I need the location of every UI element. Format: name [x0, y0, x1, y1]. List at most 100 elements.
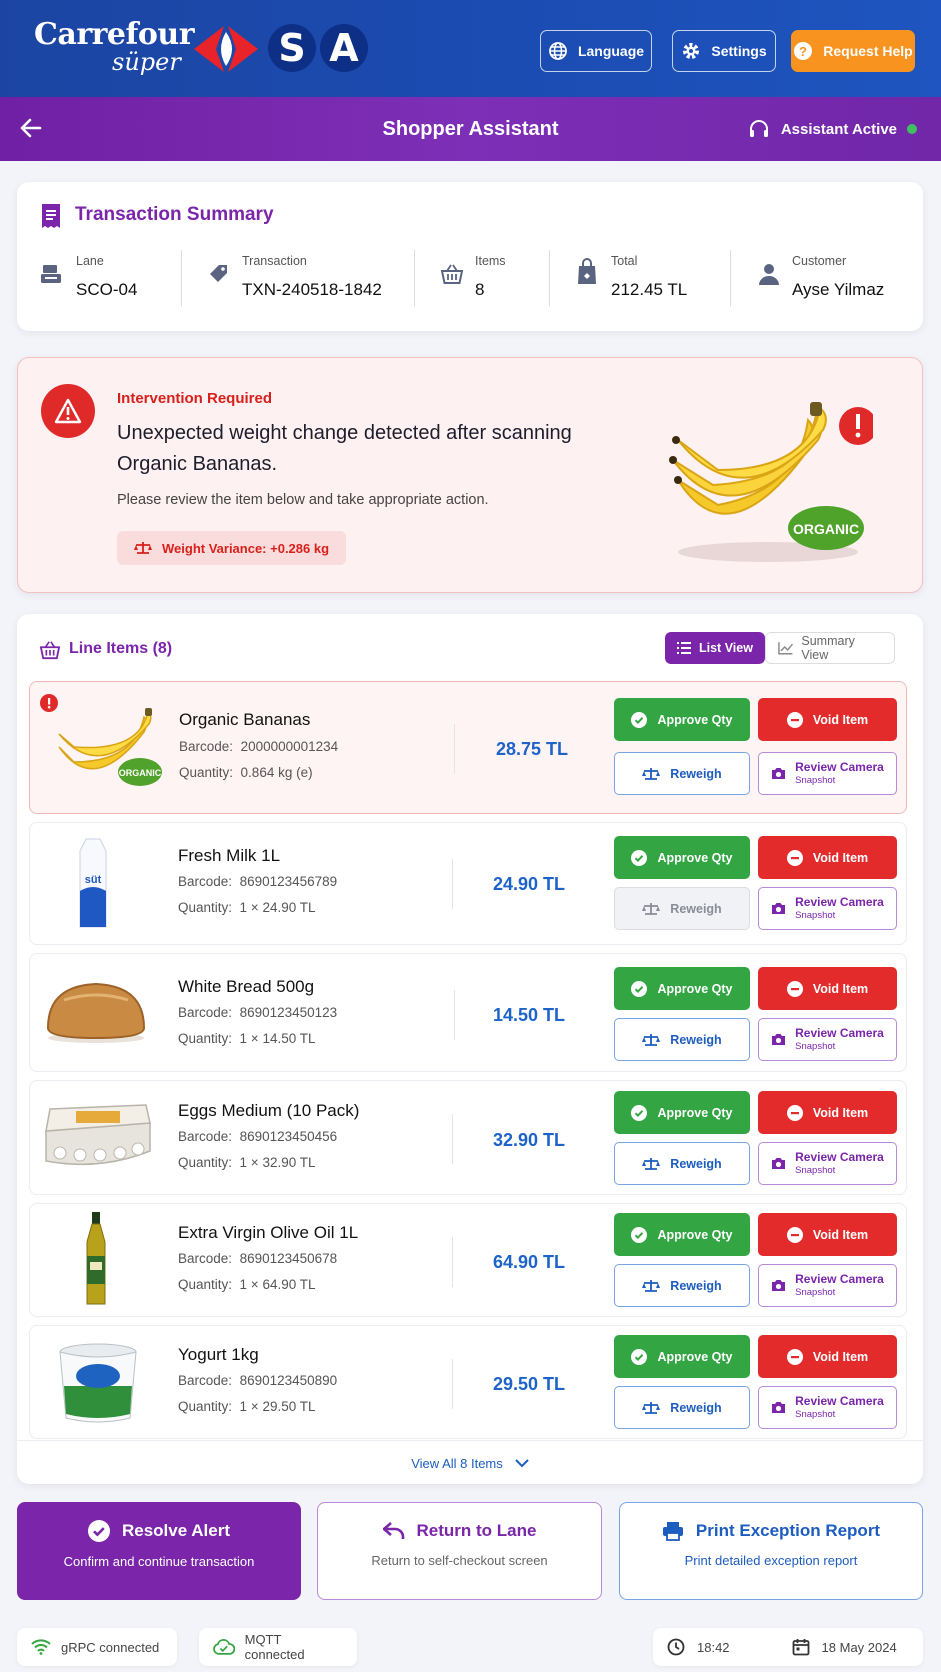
print-sub: Print detailed exception report: [684, 1553, 858, 1568]
review-camera-button[interactable]: Review Camera Snapshot: [758, 1386, 897, 1429]
items-value: 8: [475, 280, 485, 299]
approve-qty-button[interactable]: Approve Qty: [614, 967, 750, 1010]
divider: [17, 1440, 923, 1441]
review-camera-button[interactable]: Review Camera Snapshot: [758, 752, 897, 795]
quantity-label: Quantity:: [178, 900, 233, 915]
void-label: Void Item: [812, 1349, 869, 1364]
eggs-thumbnail: [45, 1104, 151, 1166]
item-meta: Barcode: 8690123450123 Quantity: 1 × 14.…: [178, 1000, 337, 1052]
scale-icon: [642, 1279, 661, 1292]
line-item-organic-bananas[interactable]: ORGANIC Organic Bananas Barcode: 2000000…: [29, 681, 907, 814]
reweigh-button[interactable]: Reweigh: [614, 1386, 750, 1429]
item-name: Eggs Medium (10 Pack): [178, 1101, 360, 1120]
line-item-olive-oil[interactable]: Extra Virgin Olive Oil 1L Barcode: 86901…: [29, 1203, 907, 1317]
list-view-button[interactable]: List View: [665, 632, 765, 664]
mqtt-status: MQTT connected: [199, 1628, 357, 1666]
check-circle-icon: [631, 980, 648, 997]
void-label: Void Item: [812, 1227, 869, 1242]
scale-icon: [642, 1157, 661, 1170]
datetime-status: 18:42 18 May 2024: [653, 1628, 923, 1666]
review-sub: Snapshot: [795, 1040, 836, 1052]
transaction-label: Transaction: [242, 254, 307, 268]
clock-icon: [667, 1638, 685, 1656]
language-button[interactable]: Language: [540, 30, 652, 72]
review-label: Review Camera: [795, 894, 884, 909]
transaction-field: Transaction TXN-240518-1842: [242, 254, 382, 300]
line-item-eggs[interactable]: Eggs Medium (10 Pack) Barcode: 869012345…: [29, 1080, 907, 1195]
barcode-value: 8690123450678: [239, 1251, 338, 1266]
total-label: Total: [611, 254, 638, 268]
reweigh-button[interactable]: Reweigh: [614, 752, 750, 795]
barcode-label: Barcode:: [178, 1373, 233, 1388]
void-item-button[interactable]: Void Item: [758, 1213, 897, 1256]
void-label: Void Item: [812, 712, 869, 727]
settings-button[interactable]: Settings: [672, 30, 776, 72]
divider: [730, 250, 731, 306]
reweigh-button[interactable]: Reweigh: [614, 1142, 750, 1185]
svg-text:?: ?: [799, 44, 807, 59]
reweigh-label: Reweigh: [670, 1156, 722, 1171]
weight-variance-label: Weight Variance: +0.286 kg: [162, 540, 330, 556]
void-item-button[interactable]: Void Item: [758, 967, 897, 1010]
approve-qty-button[interactable]: Approve Qty: [614, 698, 750, 741]
transaction-summary-card: Transaction Summary Lane SCO-04 Transact…: [17, 182, 923, 331]
approve-label: Approve Qty: [657, 981, 733, 996]
reweigh-label: Reweigh: [670, 1400, 722, 1415]
line-item-white-bread[interactable]: White Bread 500g Barcode: 8690123450123 …: [29, 953, 907, 1072]
line-item-fresh-milk[interactable]: süt Fresh Milk 1L Barcode: 8690123456789…: [29, 822, 907, 945]
reweigh-button[interactable]: Reweigh: [614, 1018, 750, 1061]
reweigh-label: Reweigh: [670, 901, 722, 916]
review-camera-button[interactable]: Review Camera Snapshot: [758, 887, 897, 930]
summary-view-label: Summary View: [801, 634, 855, 662]
view-all-items-link[interactable]: View All 8 Items: [17, 1456, 923, 1471]
approve-qty-button[interactable]: Approve Qty: [614, 1335, 750, 1378]
review-camera-button[interactable]: Review Camera Snapshot: [758, 1018, 897, 1061]
user-icon: [759, 264, 779, 285]
review-sub: Snapshot: [795, 774, 836, 786]
scale-icon: [642, 767, 661, 780]
tag-icon: [210, 265, 227, 282]
line-items-card: Line Items (8) List View Summary View OR…: [17, 614, 923, 1484]
approve-label: Approve Qty: [657, 1349, 733, 1364]
approve-qty-button[interactable]: Approve Qty: [614, 836, 750, 879]
print-exception-report-button[interactable]: Print Exception Report Print detailed ex…: [619, 1502, 923, 1600]
return-to-lane-button[interactable]: Return to Lane Return to self-checkout s…: [317, 1502, 602, 1600]
scale-icon: [134, 542, 152, 554]
request-help-button[interactable]: ? Request Help: [791, 30, 915, 72]
approve-qty-button[interactable]: Approve Qty: [614, 1213, 750, 1256]
yogurt-thumbnail: [59, 1343, 137, 1423]
resolve-title: Resolve Alert: [121, 1521, 231, 1540]
check-circle-icon: [631, 1104, 648, 1121]
total-field: Total 212.45 TL: [611, 254, 687, 300]
quantity-value: 1 × 14.50 TL: [239, 1031, 316, 1046]
approve-qty-button[interactable]: Approve Qty: [614, 1091, 750, 1134]
lane-value: SCO-04: [76, 280, 138, 299]
reweigh-button[interactable]: Reweigh: [614, 1264, 750, 1307]
void-item-button[interactable]: Void Item: [758, 698, 897, 741]
minus-circle-icon: [786, 1104, 803, 1121]
review-camera-button[interactable]: Review Camera Snapshot: [758, 1142, 897, 1185]
void-item-button[interactable]: Void Item: [758, 1091, 897, 1134]
sa-mark-s: S: [268, 24, 316, 72]
intervention-alert: Intervention Required Unexpected weight …: [17, 357, 923, 593]
help-label: Request Help: [823, 43, 913, 59]
review-sub: Snapshot: [795, 1408, 836, 1420]
void-item-button[interactable]: Void Item: [758, 836, 897, 879]
item-meta: Barcode: 8690123450456 Quantity: 1 × 32.…: [178, 1124, 337, 1176]
resolve-alert-button[interactable]: Resolve Alert Confirm and continue trans…: [17, 1502, 301, 1600]
summary-view-button[interactable]: Summary View: [765, 632, 895, 664]
total-value: 212.45 TL: [611, 280, 688, 299]
void-item-button[interactable]: Void Item: [758, 1335, 897, 1378]
svg-text:ORGANIC: ORGANIC: [793, 521, 859, 537]
line-item-yogurt[interactable]: Yogurt 1kg Barcode: 8690123450890 Quanti…: [29, 1325, 907, 1439]
sa-mark-a: A: [320, 24, 368, 72]
quantity-label: Quantity:: [178, 1031, 233, 1046]
reweigh-button-disabled[interactable]: Reweigh: [614, 887, 750, 930]
approve-label: Approve Qty: [657, 712, 733, 727]
undo-icon: [382, 1522, 404, 1539]
lane-field: Lane SCO-04: [76, 254, 137, 300]
return-title: Return to Lane: [416, 1521, 537, 1540]
review-camera-button[interactable]: Review Camera Snapshot: [758, 1264, 897, 1307]
bag-icon: [578, 258, 596, 284]
weight-variance-badge: Weight Variance: +0.286 kg: [117, 531, 347, 565]
